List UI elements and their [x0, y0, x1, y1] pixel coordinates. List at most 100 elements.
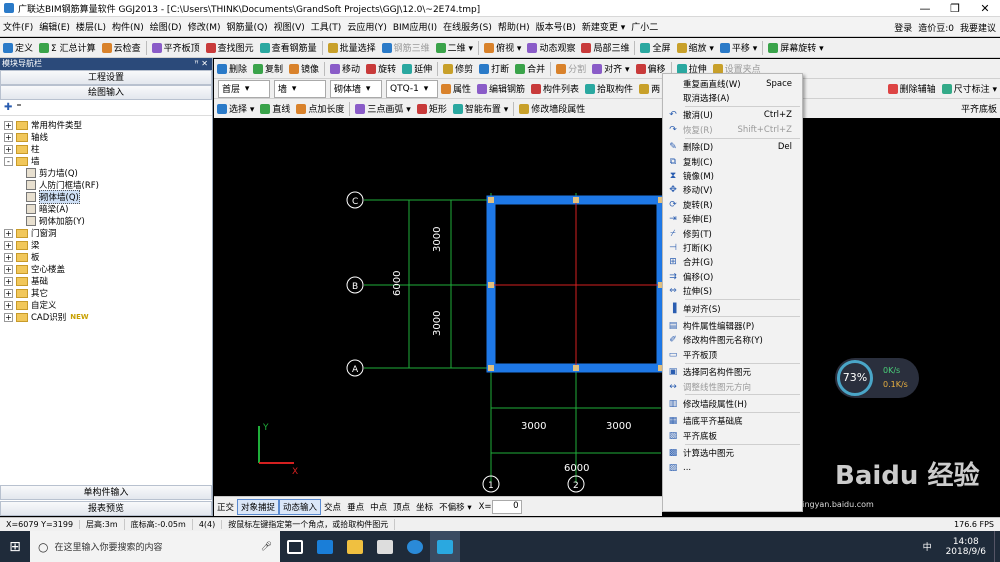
- tb1-button-3[interactable]: 平齐板顶: [149, 39, 203, 57]
- menu-item-11[interactable]: 在线服务(S): [440, 20, 495, 33]
- tb3-button-2[interactable]: 构件列表: [528, 80, 582, 98]
- menu-item-3[interactable]: 构件(N): [109, 20, 147, 33]
- tb1-button-13[interactable]: 缩放 ▾: [674, 39, 717, 57]
- tb2-button-5[interactable]: 延伸: [399, 60, 435, 78]
- tb4-button-6[interactable]: 修改墙段属性: [516, 100, 588, 118]
- element-select[interactable]: QTQ-1 ▾: [386, 79, 438, 98]
- context-item-7[interactable]: ⧉ 复制(C): [663, 154, 802, 169]
- tb1-button-15[interactable]: 屏幕旋转 ▾: [765, 39, 826, 57]
- tree-expander-icon[interactable]: +: [4, 288, 13, 298]
- context-item-15[interactable]: ⇉ 偏移(O): [663, 269, 802, 284]
- delete-axis-button[interactable]: 删除辅轴: [885, 80, 939, 98]
- app-ggj[interactable]: [430, 531, 460, 562]
- context-item-24[interactable]: ▣ 选择同名构件图元: [663, 365, 802, 380]
- single-component-button[interactable]: 单构件输入: [0, 485, 212, 500]
- context-item-16[interactable]: ⇔ 拉伸(S): [663, 284, 802, 299]
- panel-pin-icon[interactable]: ꟸ ✕: [194, 58, 208, 70]
- tb1-button-11[interactable]: 局部三维: [578, 39, 632, 57]
- context-item-10[interactable]: ⟳ 旋转(R): [663, 197, 802, 212]
- context-item-1[interactable]: 取消选择(A): [663, 90, 802, 105]
- tree-node-4[interactable]: 剪力墙(Q): [4, 167, 212, 179]
- tree-node-15[interactable]: + 自定义: [4, 299, 212, 311]
- context-item-12[interactable]: ⌿ 修剪(T): [663, 226, 802, 241]
- menu-item-5[interactable]: 修改(M): [185, 20, 224, 33]
- tree-expander-icon[interactable]: +: [4, 264, 13, 274]
- tb4-button-4[interactable]: 矩形: [414, 100, 450, 118]
- context-item-6[interactable]: ✎ 删除(D) Del: [663, 140, 802, 155]
- context-item-22[interactable]: ▭ 平齐板顶: [663, 347, 802, 362]
- tb1-button-6[interactable]: 批量选择: [325, 39, 379, 57]
- align-bottom-slab-button[interactable]: 平齐底板: [958, 100, 1000, 118]
- context-item-27[interactable]: ▥ 修改墙段属性(H): [663, 396, 802, 411]
- close-button[interactable]: ✕: [970, 0, 1000, 17]
- tb2-button-10[interactable]: 对齐 ▾: [589, 60, 632, 78]
- subcategory-select[interactable]: 砌体墙 ▾: [330, 79, 382, 98]
- context-item-8[interactable]: ⧗ 镜像(M): [663, 168, 802, 183]
- login-link[interactable]: 登录: [894, 21, 912, 34]
- context-item-11[interactable]: ⇥ 延伸(E): [663, 212, 802, 227]
- snap-button-5[interactable]: 中点: [367, 499, 390, 515]
- context-item-20[interactable]: ▤ 构件属性编辑器(P): [663, 318, 802, 333]
- context-item-25[interactable]: ↔ 调整线性图元方向: [663, 379, 802, 394]
- menu-item-0[interactable]: 文件(F): [0, 20, 36, 33]
- tree-expander-icon[interactable]: +: [4, 252, 13, 262]
- tb3-button-0[interactable]: 属性: [438, 80, 474, 98]
- tb1-button-2[interactable]: 云检查: [99, 39, 144, 57]
- start-button[interactable]: ⊞: [0, 531, 30, 562]
- tree-node-9[interactable]: + 门窗洞: [4, 227, 212, 239]
- tb4-button-1[interactable]: 直线: [257, 100, 293, 118]
- tb2-button-0[interactable]: 删除: [214, 60, 250, 78]
- menu-item-14[interactable]: 新建变更 ▾: [579, 20, 628, 33]
- snap-button-7[interactable]: 坐标: [413, 499, 436, 515]
- tree-node-8[interactable]: 砌体加筋(Y): [4, 215, 212, 227]
- clock[interactable]: 14:08 2018/9/6: [938, 537, 994, 557]
- x-input[interactable]: 0: [491, 499, 522, 514]
- suggest-link[interactable]: 我要建议: [960, 21, 996, 34]
- context-item-30[interactable]: ▧ 平齐底板: [663, 428, 802, 443]
- snap-button-4[interactable]: 垂点: [344, 499, 367, 515]
- drawing-svg[interactable]: C B A 1 2 6000 3000 3000 3000 3000 6000 …: [214, 118, 664, 495]
- menu-item-9[interactable]: 云应用(Y): [344, 20, 390, 33]
- tree-node-6[interactable]: 砌体墙(Q): [4, 190, 212, 204]
- tree-node-14[interactable]: + 其它: [4, 287, 212, 299]
- menu-item-1[interactable]: 编辑(E): [36, 20, 73, 33]
- category-select[interactable]: 墙 ▾: [274, 79, 326, 98]
- tb4-button-3[interactable]: 三点画弧 ▾: [352, 100, 413, 118]
- tree-node-5[interactable]: 人防门框墙(RF): [4, 179, 212, 191]
- tree-expander-icon[interactable]: +: [4, 120, 13, 130]
- tb2-button-8[interactable]: 合并: [512, 60, 548, 78]
- tree-expander-icon[interactable]: +: [4, 228, 13, 238]
- report-preview-button[interactable]: 报表预览: [0, 501, 212, 516]
- project-settings-button[interactable]: 工程设置: [0, 70, 212, 85]
- tb1-button-4[interactable]: 查找图元: [203, 39, 257, 57]
- context-item-21[interactable]: ✐ 修改构件图元名称(Y): [663, 333, 802, 348]
- mic-icon[interactable]: 🎤︎: [261, 542, 272, 552]
- tb4-button-5[interactable]: 智能布置 ▾: [450, 100, 511, 118]
- menu-item-7[interactable]: 视图(V): [271, 20, 308, 33]
- tree-expander-icon[interactable]: +: [4, 312, 13, 322]
- tb1-button-1[interactable]: Σ 汇总计算: [36, 39, 99, 57]
- snap-button-3[interactable]: 交点: [321, 499, 344, 515]
- menu-item-15[interactable]: 广小二: [628, 20, 661, 33]
- app-explorer[interactable]: [310, 531, 340, 562]
- tree-collapse-icon[interactable]: ⁼: [16, 102, 21, 113]
- restore-button[interactable]: ❐: [940, 0, 970, 17]
- context-item-14[interactable]: ⊞ 合并(G): [663, 255, 802, 270]
- drawing-input-button[interactable]: 绘图输入: [0, 85, 212, 100]
- tb1-button-14[interactable]: 平移 ▾: [717, 39, 760, 57]
- menu-item-13[interactable]: 版本号(B): [533, 20, 579, 33]
- tree-expander-icon[interactable]: -: [4, 156, 13, 166]
- tree-node-12[interactable]: + 空心楼盖: [4, 263, 212, 275]
- tb1-button-0[interactable]: 定义: [0, 39, 36, 57]
- tb4-button-2[interactable]: 点加长度: [293, 100, 347, 118]
- tree-expander-icon[interactable]: +: [4, 276, 13, 286]
- floor-select[interactable]: 首层 ▾: [218, 79, 270, 98]
- tb2-button-2[interactable]: 镜像: [286, 60, 322, 78]
- context-item-18[interactable]: ▐ 单对齐(S): [663, 301, 802, 316]
- drawing-canvas[interactable]: C B A 1 2 6000 3000 3000 3000 3000 6000 …: [214, 118, 664, 495]
- tree-node-7[interactable]: 暗梁(A): [4, 203, 212, 215]
- tree-expander-icon[interactable]: +: [4, 240, 13, 250]
- snap-button-6[interactable]: 顶点: [390, 499, 413, 515]
- tb2-button-7[interactable]: 打断: [476, 60, 512, 78]
- app-edge[interactable]: [400, 531, 430, 562]
